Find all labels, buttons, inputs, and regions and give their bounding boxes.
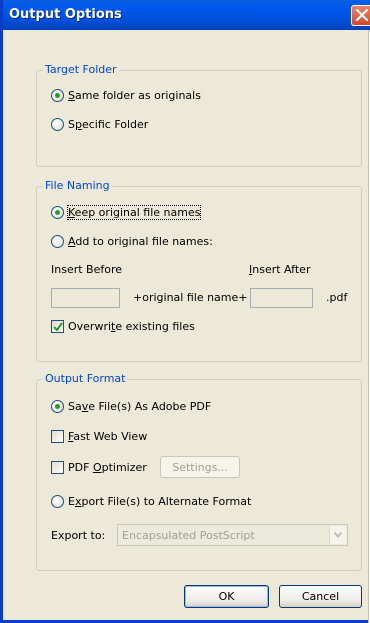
fast-web-view-checkbox-box[interactable] [51,430,64,443]
radio-keep-names-indicator[interactable] [51,206,64,219]
radio-same-folder[interactable]: Same folder as originals [51,89,201,102]
radio-same-folder-indicator[interactable] [51,89,64,102]
insert-before-input[interactable] [51,288,120,308]
radio-keep-names[interactable]: Keep original file names [51,205,202,220]
output-format-legend: Output Format [43,372,128,385]
radio-add-to-names[interactable]: Add to original file names: [51,235,213,248]
file-naming-group: File Naming Keep original file names Add… [36,179,362,362]
chevron-down-icon[interactable] [329,526,346,544]
window-title: Output Options [9,7,122,22]
ok-button[interactable]: OK [184,585,269,608]
radio-save-pdf[interactable]: Save File(s) As Adobe PDF [51,400,211,413]
close-x-icon [356,9,368,21]
cancel-button[interactable]: Cancel [279,585,362,608]
export-format-value: Encapsulated PostScript [122,529,255,542]
radio-export-alternate-label[interactable]: Export File(s) to Alternate Format [68,495,251,508]
radio-save-pdf-indicator[interactable] [51,400,64,413]
pdf-optimizer-checkbox-box[interactable] [51,461,64,474]
export-format-select[interactable]: Encapsulated PostScript [117,524,348,546]
target-folder-legend: Target Folder [43,63,119,76]
settings-button[interactable]: Settings... [160,456,240,478]
radio-specific-folder-label[interactable]: Specific Folder [68,118,148,131]
pdf-optimizer-label[interactable]: PDF Optimizer [68,461,147,474]
radio-add-to-names-indicator[interactable] [51,235,64,248]
output-format-group: Output Format Save File(s) As Adobe PDF … [36,372,362,571]
target-folder-group: Target Folder Same folder as originals S… [36,63,362,167]
radio-save-pdf-label[interactable]: Save File(s) As Adobe PDF [68,400,211,413]
insert-after-input[interactable] [250,288,313,308]
radio-add-to-names-label[interactable]: Add to original file names: [68,235,213,248]
radio-specific-folder-indicator[interactable] [51,118,64,131]
output-options-dialog: Output Options Target Folder Same folder… [0,0,370,623]
export-to-label: Export to: [51,529,106,542]
checkmark-icon [53,322,63,332]
overwrite-checkbox-box[interactable] [51,320,64,333]
radio-export-alternate-indicator[interactable] [51,495,64,508]
insert-before-label: Insert Before [51,263,123,276]
fast-web-view-label[interactable]: Fast Web View [68,430,147,443]
radio-keep-names-label[interactable]: Keep original file names [66,205,202,220]
close-button[interactable] [351,5,370,26]
insert-after-label: Insert After [249,263,311,276]
original-file-name-text: +original file name+ [133,291,248,304]
overwrite-label[interactable]: Overwrite existing files [68,320,195,333]
file-naming-legend: File Naming [43,179,112,192]
radio-same-folder-label[interactable]: Same folder as originals [68,89,201,102]
checkbox-fast-web-view[interactable]: Fast Web View [51,430,147,443]
checkbox-overwrite[interactable]: Overwrite existing files [51,320,195,333]
title-bar[interactable]: Output Options [3,0,370,30]
radio-export-alternate[interactable]: Export File(s) to Alternate Format [51,495,251,508]
radio-specific-folder[interactable]: Specific Folder [51,118,148,131]
checkbox-pdf-optimizer[interactable]: PDF Optimizer [51,461,147,474]
pdf-extension-text: .pdf [326,291,348,304]
